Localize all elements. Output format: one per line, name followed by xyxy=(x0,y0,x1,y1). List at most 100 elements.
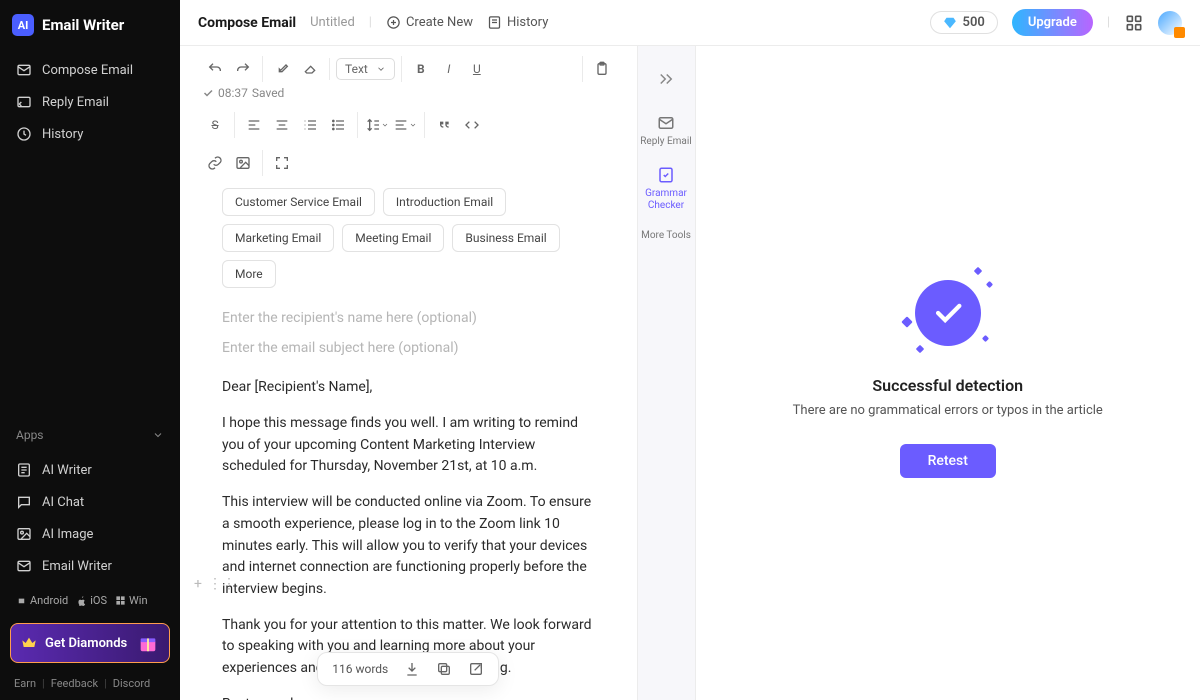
clipboard-button[interactable] xyxy=(589,56,615,82)
redo-icon xyxy=(235,61,251,77)
block-type-select[interactable]: Text xyxy=(336,58,395,80)
footer-feedback[interactable]: Feedback xyxy=(51,677,98,690)
fullscreen-button[interactable] xyxy=(269,150,295,176)
chip-introduction[interactable]: Introduction Email xyxy=(383,188,506,216)
align-left-button[interactable] xyxy=(241,112,267,138)
underline-button[interactable]: U xyxy=(464,56,490,82)
footer-discord[interactable]: Discord xyxy=(113,677,150,690)
redo-button[interactable] xyxy=(230,56,256,82)
collapse-icon[interactable] xyxy=(657,70,675,88)
add-block-button[interactable]: + xyxy=(194,576,202,592)
save-status: 08:37 Saved xyxy=(196,86,290,100)
align-center-button[interactable] xyxy=(269,112,295,138)
line-height-button[interactable] xyxy=(364,112,390,138)
italic-button[interactable]: I xyxy=(436,56,462,82)
image-button[interactable] xyxy=(230,150,256,176)
nav-compose-email[interactable]: Compose Email xyxy=(0,54,180,86)
tool-more[interactable]: More Tools xyxy=(638,230,695,242)
link-button[interactable] xyxy=(202,150,228,176)
compose-icon xyxy=(16,62,32,78)
brush-button[interactable] xyxy=(269,56,295,82)
ordered-list-button[interactable] xyxy=(297,112,323,138)
apps-nav: AI Writer AI Chat AI Image Email Writer xyxy=(0,450,180,586)
retest-button[interactable]: Retest xyxy=(900,444,996,478)
word-count: 116 words xyxy=(332,662,388,676)
tool-strip: Reply Email Grammar Checker More Tools xyxy=(638,46,696,700)
history-icon xyxy=(487,15,502,30)
recipient-field[interactable]: Enter the recipient's name here (optiona… xyxy=(222,304,595,334)
platform-win[interactable]: Win xyxy=(115,594,148,607)
paragraph-1[interactable]: I hope this message finds you well. I am… xyxy=(222,413,595,478)
android-icon xyxy=(16,595,27,606)
download-icon[interactable] xyxy=(404,661,420,677)
open-external-icon[interactable] xyxy=(468,661,484,677)
panel-message: There are no grammatical errors or typos… xyxy=(793,403,1103,418)
copy-icon[interactable] xyxy=(436,661,452,677)
platform-ios[interactable]: iOS xyxy=(76,594,107,607)
app-email-writer[interactable]: Email Writer xyxy=(0,550,180,582)
get-diamonds-button[interactable]: Get Diamonds xyxy=(10,623,170,663)
drag-handle[interactable]: ⋮⋮ xyxy=(208,576,236,592)
bold-button[interactable]: B xyxy=(408,56,434,82)
writer-icon xyxy=(16,462,32,478)
undo-icon xyxy=(207,61,223,77)
link-icon xyxy=(207,155,223,171)
eraser-icon xyxy=(302,61,318,77)
diamonds-label: Get Diamonds xyxy=(45,636,127,651)
avatar[interactable] xyxy=(1158,11,1182,35)
quote-icon xyxy=(436,117,452,133)
ol-icon xyxy=(302,117,318,133)
nav-reply-email[interactable]: Reply Email xyxy=(0,86,180,118)
line-height-icon xyxy=(365,117,381,133)
subject-field[interactable]: Enter the email subject here (optional) xyxy=(222,334,595,364)
doc-title[interactable]: Untitled xyxy=(310,15,355,30)
chip-customer-service[interactable]: Customer Service Email xyxy=(222,188,375,216)
chip-marketing[interactable]: Marketing Email xyxy=(222,224,334,252)
align-dropdown-button[interactable] xyxy=(392,112,418,138)
upgrade-button[interactable]: Upgrade xyxy=(1012,9,1093,36)
platform-android[interactable]: Android xyxy=(16,594,68,607)
app-ai-image[interactable]: AI Image xyxy=(0,518,180,550)
grid-icon[interactable] xyxy=(1124,13,1144,33)
main-area: Compose Email Untitled | Create New Hist… xyxy=(180,0,1200,700)
template-chips: Customer Service Email Introduction Emai… xyxy=(180,180,637,300)
windows-icon xyxy=(115,595,126,606)
credit-balance[interactable]: 500 xyxy=(930,11,998,34)
footer-earn[interactable]: Earn xyxy=(14,677,36,690)
success-graphic xyxy=(903,268,993,358)
code-button[interactable] xyxy=(459,112,485,138)
block-gutter: + ⋮⋮ xyxy=(194,576,236,592)
greeting[interactable]: Dear [Recipient's Name], xyxy=(222,377,595,399)
app-ai-writer[interactable]: AI Writer xyxy=(0,454,180,486)
image-icon xyxy=(16,526,32,542)
chip-business[interactable]: Business Email xyxy=(452,224,559,252)
footer-links: Earn | Feedback | Discord xyxy=(0,671,180,700)
code-icon xyxy=(464,117,480,133)
nav-label: Reply Email xyxy=(42,95,109,110)
apps-header-label: Apps xyxy=(16,428,44,442)
chip-meeting[interactable]: Meeting Email xyxy=(342,224,444,252)
paragraph-2[interactable]: This interview will be conducted online … xyxy=(222,492,595,600)
align-icon xyxy=(393,117,409,133)
strike-button[interactable]: S xyxy=(202,112,228,138)
tool-grammar-checker[interactable]: Grammar Checker xyxy=(638,166,695,212)
nav-history[interactable]: History xyxy=(0,118,180,150)
reply-email-icon xyxy=(657,114,675,132)
app-logo[interactable]: AI Email Writer xyxy=(0,0,180,50)
apps-header[interactable]: Apps xyxy=(0,420,180,450)
platforms-row: Android iOS Win xyxy=(0,586,180,615)
closing[interactable]: Best regards, xyxy=(222,694,595,700)
tool-reply-email[interactable]: Reply Email xyxy=(638,114,695,148)
history-button[interactable]: History xyxy=(487,15,548,30)
app-label: AI Writer xyxy=(42,463,92,478)
app-ai-chat[interactable]: AI Chat xyxy=(0,486,180,518)
bullet-list-button[interactable] xyxy=(325,112,351,138)
create-new-button[interactable]: Create New xyxy=(386,15,473,30)
clear-format-button[interactable] xyxy=(297,56,323,82)
undo-button[interactable] xyxy=(202,56,228,82)
chip-more[interactable]: More xyxy=(222,260,276,288)
ul-icon xyxy=(330,117,346,133)
document-body[interactable]: Enter the recipient's name here (optiona… xyxy=(180,300,637,700)
quote-button[interactable] xyxy=(431,112,457,138)
chat-icon xyxy=(16,494,32,510)
